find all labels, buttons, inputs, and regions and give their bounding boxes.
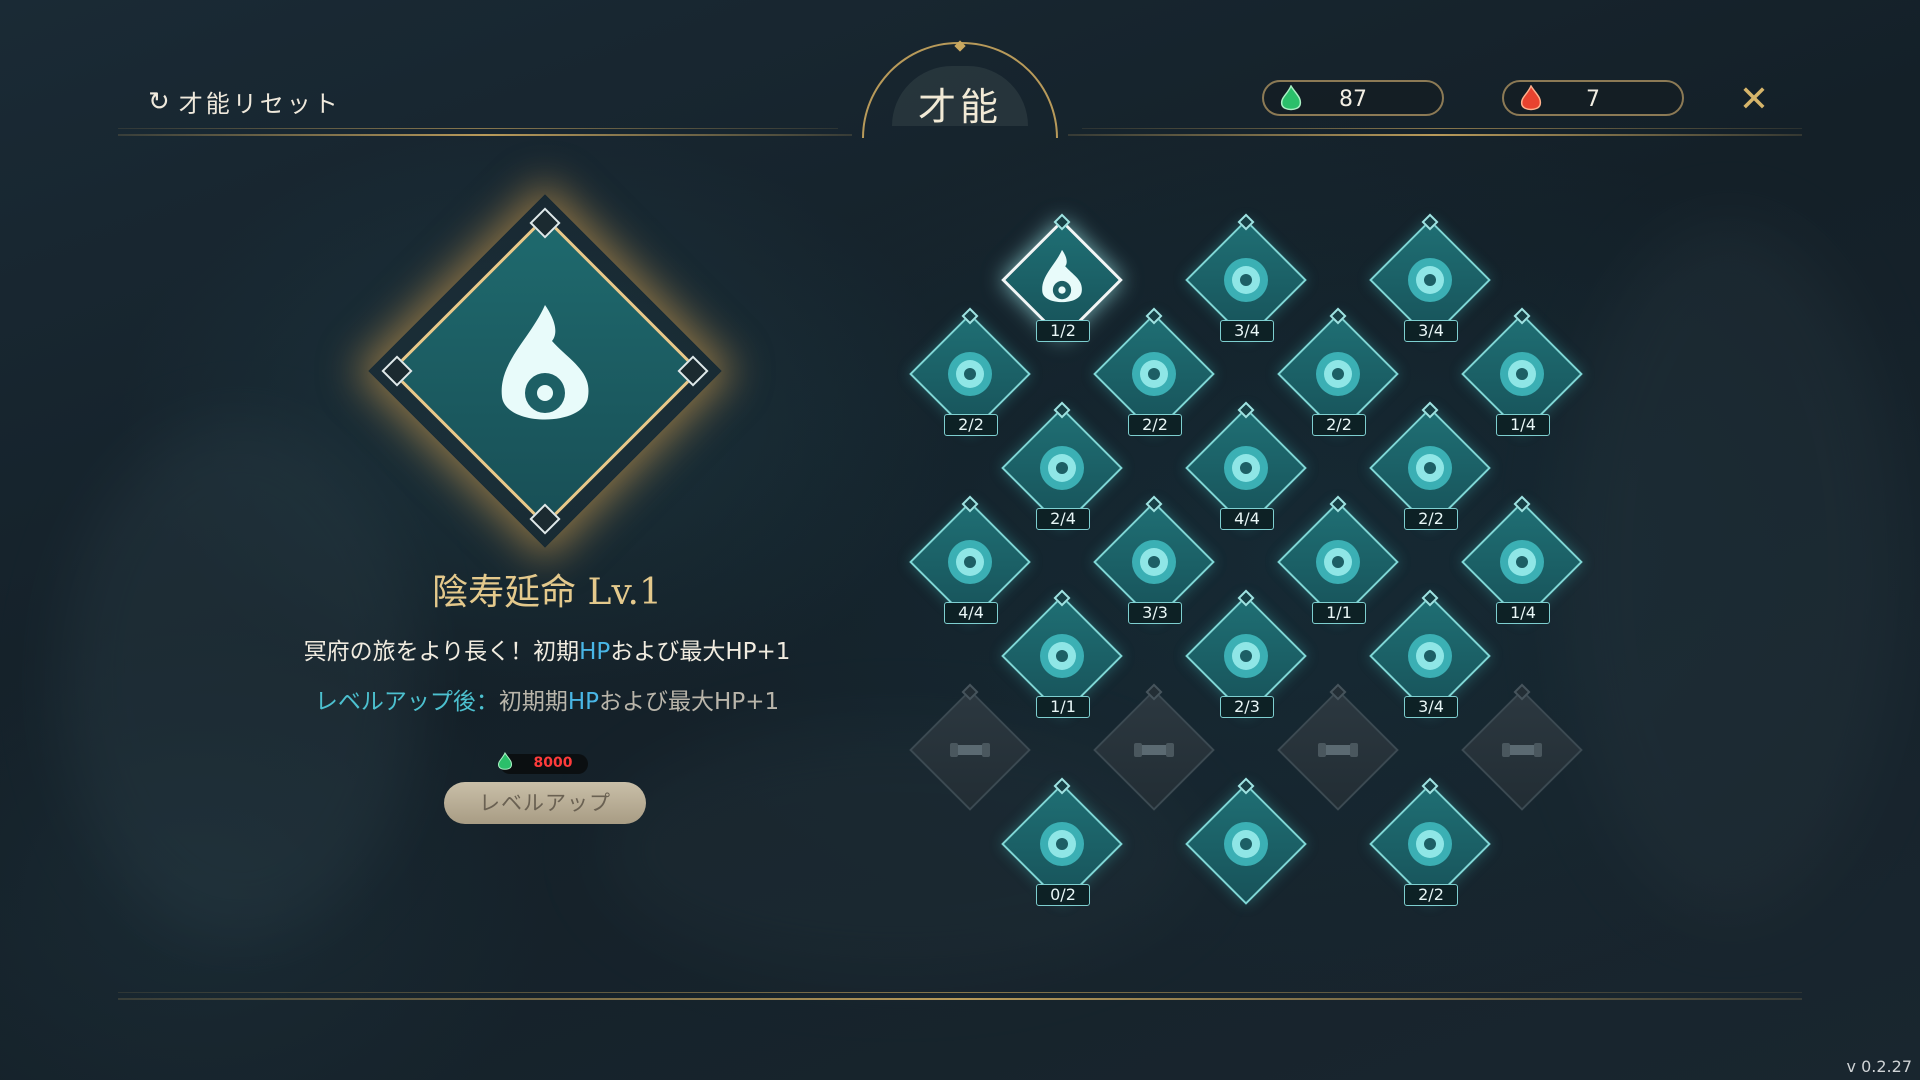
talent-level-badge: 1/4 [1496,414,1550,436]
currency-green-soul-value: 87 [1339,87,1367,112]
currency-red-flame: 7 [1502,80,1684,116]
footer-frame-thin [118,992,1802,993]
talent-level-badge: 2/2 [1404,508,1458,530]
talent-description-text: 冥府の旅をより長く！初期 [303,639,580,665]
close-button[interactable]: ✕ [1736,82,1772,118]
soul-flame-eye-icon [390,216,700,526]
version-label: v 0.2.27 [1846,1057,1912,1076]
page-title: 才能 [917,85,1002,129]
talent-node[interactable]: 2/2 [1360,774,1500,914]
talent-level-badge: 0/2 [1036,884,1090,906]
level-up-cost: 8000 [498,751,588,774]
talent-level-badge: 3/3 [1128,602,1182,624]
next-level-text: および最大HP+1 [599,689,780,715]
level-up-cost-value: 8000 [533,755,573,771]
next-level-label: レベルアップ後： [314,689,499,715]
background-smoke [1560,220,1900,920]
talent-description-text: および最大HP+1 [610,639,791,665]
talent-level-badge: 2/2 [1404,884,1458,906]
header-frame-left-thin [118,128,838,129]
level-up-button[interactable]: レベルアップ [444,782,646,824]
green-soul-icon [496,751,514,778]
talent-level-badge: 3/4 [1404,320,1458,342]
talent-level-badge: 1/1 [1036,696,1090,718]
talent-level-badge: 2/2 [1128,414,1182,436]
talent-reset-button[interactable]: ↻ 才能リセット [148,84,341,119]
currency-green-soul: 87 [1262,80,1444,116]
talent-node[interactable]: 0/2 [992,774,1132,914]
header-frame-right-thin [1082,128,1802,129]
next-level-text: 初期期 [498,689,568,715]
header-frame-right [1068,134,1802,136]
talent-node[interactable] [1176,774,1316,914]
reset-icon: ↻ [148,86,173,117]
talent-reset-label: 才能リセット [178,90,341,118]
talent-level-badge: 2/3 [1220,696,1274,718]
talent-next-level: レベルアップ後：初期期HPおよび最大HP+1 [220,682,874,716]
talent-description-highlight: HP [579,639,611,665]
talent-level-badge: 1/2 [1036,320,1090,342]
talent-level-badge: 3/4 [1404,696,1458,718]
currency-red-flame-value: 7 [1586,87,1600,112]
talent-level-badge: 1/1 [1312,602,1366,624]
talent-level-badge: 2/2 [1312,414,1366,436]
close-icon: ✕ [1738,79,1770,120]
talent-level-badge: 4/4 [1220,508,1274,530]
selected-talent-emblem [381,207,709,535]
talent-level-badge: 4/4 [944,602,998,624]
talent-level-badge: 1/4 [1496,602,1550,624]
talent-level-badge: 2/2 [944,414,998,436]
talent-title: 陰寿延命 Lv.1 [432,572,662,613]
spirit-stone-icon [1176,774,1316,914]
background-smoke [60,420,420,940]
footer-frame [118,998,1802,1000]
header-frame-left [118,134,852,136]
talent-level-badge: 2/4 [1036,508,1090,530]
talent-description: 冥府の旅をより長く！初期HPおよび最大HP+1 [220,632,874,666]
talent-level-badge: 3/4 [1220,320,1274,342]
next-level-highlight: HP [567,689,600,715]
